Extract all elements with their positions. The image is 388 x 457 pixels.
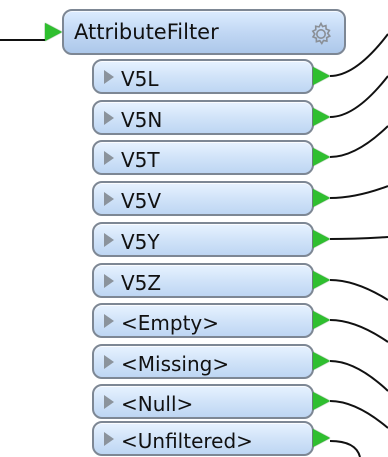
port-label: <Missing>: [121, 352, 230, 376]
port-label: V5L: [121, 67, 159, 91]
port-label: V5T: [121, 148, 160, 172]
output-connection-line: [329, 279, 388, 301]
output-port-row[interactable]: <Null>: [92, 384, 314, 419]
output-connection-line: [329, 440, 361, 457]
port-label: V5V: [121, 189, 162, 213]
port-label: V5N: [121, 108, 163, 132]
output-connection-line: [329, 400, 388, 429]
output-port-row[interactable]: V5V: [92, 181, 314, 216]
port-label: V5Y: [121, 230, 160, 254]
output-port-connector[interactable]: [313, 311, 330, 329]
output-port-row[interactable]: V5Z: [92, 263, 314, 298]
port-label: <Unfiltered>: [121, 429, 253, 453]
expand-arrow-icon[interactable]: [104, 70, 114, 84]
gear-icon[interactable]: [307, 20, 335, 48]
input-port[interactable]: [45, 23, 62, 41]
output-connection-line: [329, 319, 388, 343]
output-port-connector[interactable]: [313, 148, 330, 166]
output-connection-line: [329, 360, 388, 392]
expand-arrow-icon[interactable]: [104, 233, 114, 247]
port-label: <Null>: [121, 392, 194, 416]
workspace-canvas[interactable]: AttributeFilter V5L V5N V5T V5V V5Y V5Z: [0, 0, 388, 457]
output-port-connector[interactable]: [313, 189, 330, 207]
output-connection-line: [329, 125, 388, 158]
output-port-connector[interactable]: [313, 429, 330, 447]
expand-arrow-icon[interactable]: [104, 314, 114, 328]
output-port-row[interactable]: V5Y: [92, 222, 314, 257]
output-port-connector[interactable]: [313, 230, 330, 248]
port-label: V5Z: [121, 271, 162, 295]
port-label: <Empty>: [121, 311, 220, 335]
output-port-row[interactable]: <Missing>: [92, 344, 314, 379]
output-connection-line: [329, 236, 388, 240]
expand-arrow-icon[interactable]: [104, 395, 114, 409]
output-port-connector[interactable]: [313, 352, 330, 370]
output-port-connector[interactable]: [313, 271, 330, 289]
expand-arrow-icon[interactable]: [104, 192, 114, 206]
output-port-connector[interactable]: [313, 67, 330, 85]
output-port-row[interactable]: V5T: [92, 140, 314, 175]
output-port-row[interactable]: <Empty>: [92, 303, 314, 338]
output-port-row[interactable]: <Unfiltered>: [92, 421, 314, 456]
expand-arrow-icon[interactable]: [104, 111, 114, 125]
output-connection-line: [329, 185, 388, 199]
expand-arrow-icon[interactable]: [104, 432, 114, 446]
output-port-connector[interactable]: [313, 108, 330, 126]
transformer-title: AttributeFilter: [74, 20, 219, 44]
expand-arrow-icon[interactable]: [104, 151, 114, 165]
expand-arrow-icon[interactable]: [104, 274, 114, 288]
transformer-header[interactable]: AttributeFilter: [62, 9, 346, 55]
output-port-row[interactable]: V5L: [92, 59, 314, 94]
expand-arrow-icon[interactable]: [104, 355, 114, 369]
output-port-row[interactable]: V5N: [92, 100, 314, 135]
output-connection-line: [329, 75, 388, 118]
output-port-connector[interactable]: [313, 392, 330, 410]
